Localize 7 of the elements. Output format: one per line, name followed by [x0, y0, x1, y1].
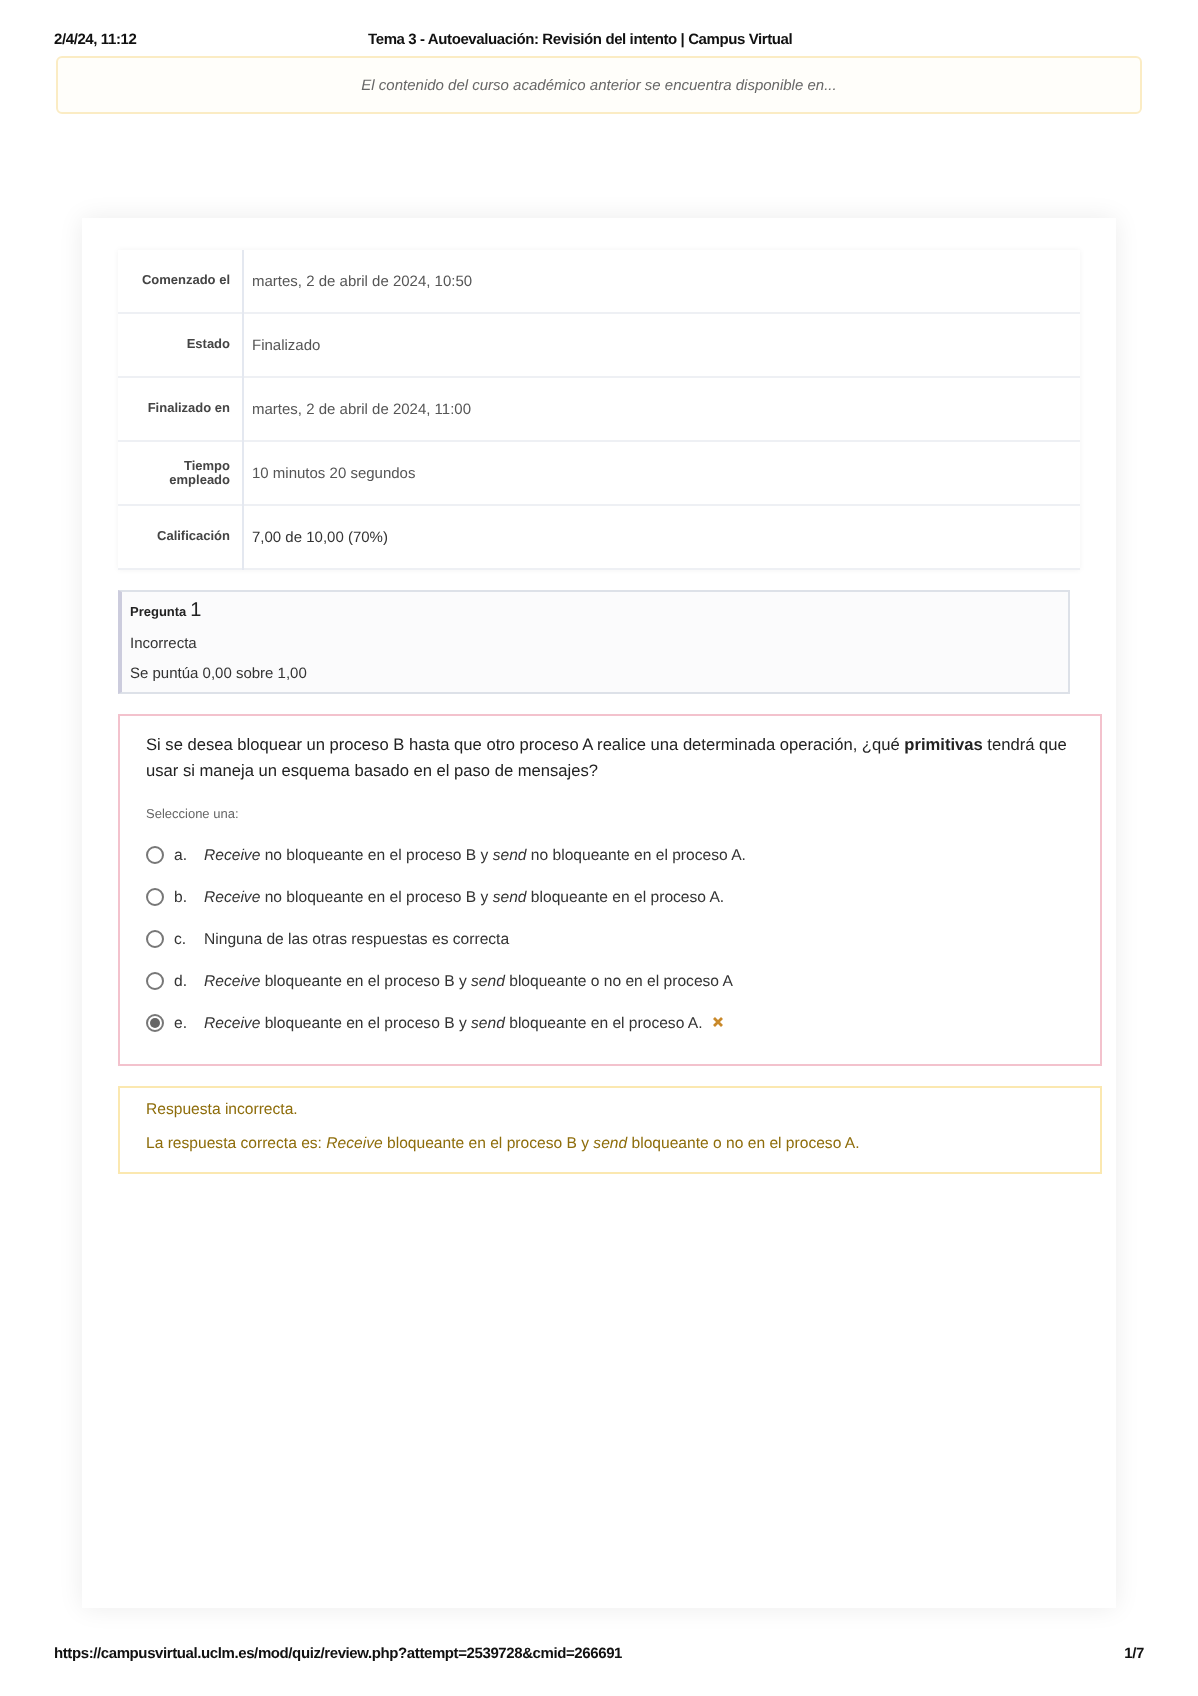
radio-button[interactable]: [146, 1013, 164, 1032]
question-number: 1: [190, 600, 202, 622]
radio-button[interactable]: [146, 887, 164, 906]
radio-button[interactable]: [146, 929, 164, 948]
radio-button[interactable]: [146, 971, 164, 990]
radio-button[interactable]: [146, 845, 164, 864]
question-text: Si se desea bloquear un proceso B hasta que otro proceso A realice una determinada operación, ¿qué primitivas tendrá que usar si maneja un esquema basado en el paso de mensajes?: [146, 732, 1069, 784]
